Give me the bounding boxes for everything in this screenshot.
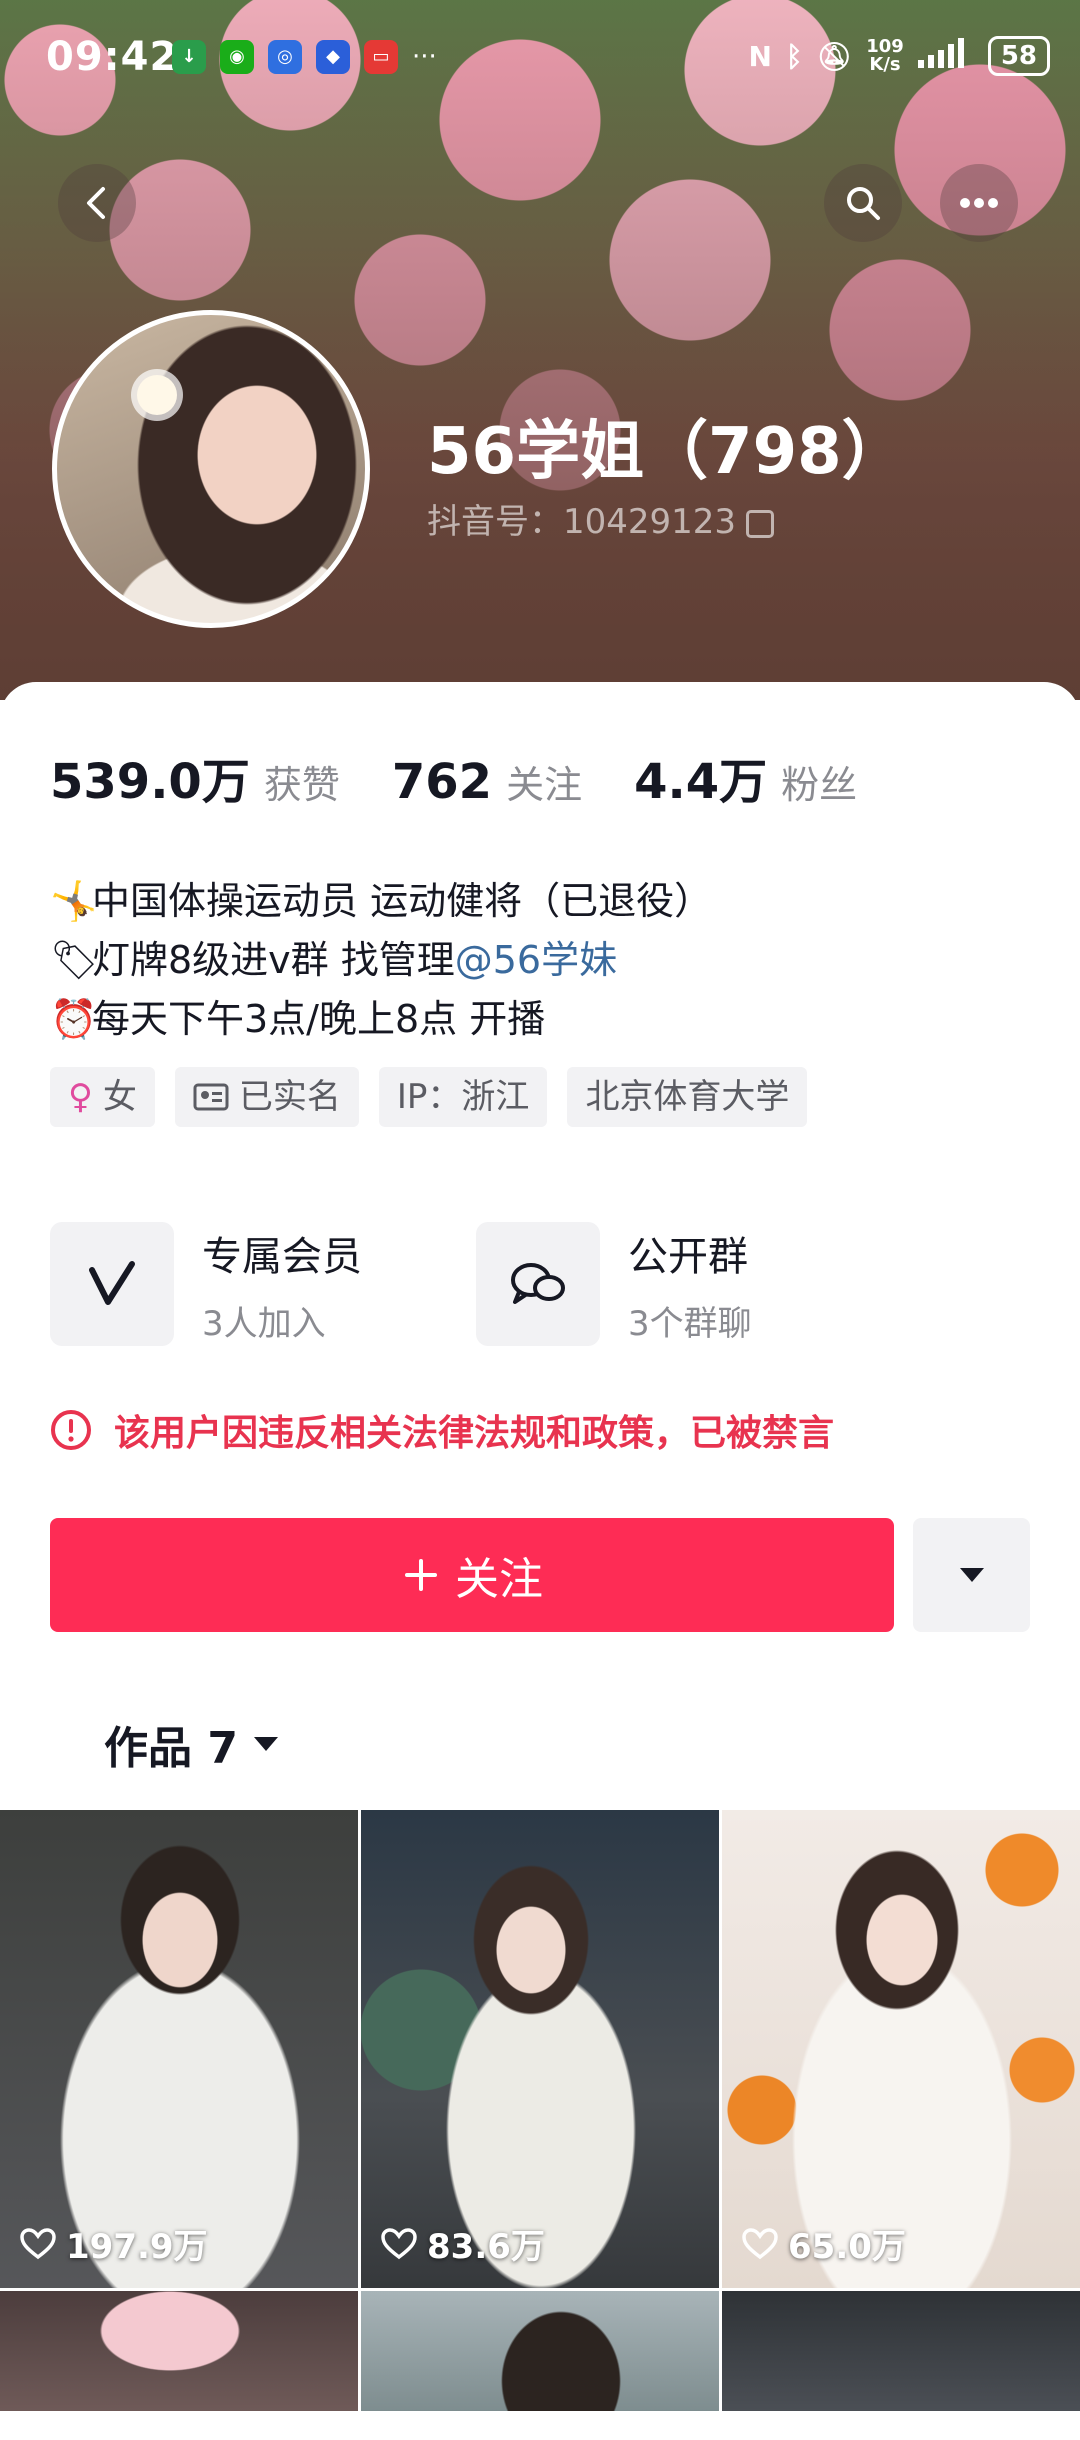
video-likes: 83.6万 xyxy=(381,2219,545,2268)
signal-icon xyxy=(917,37,974,75)
douyin-id[interactable]: 抖音号：10429123 xyxy=(427,494,775,543)
service-membership-title: 专属会员 xyxy=(202,1233,362,1280)
female-symbol-icon: ♀ xyxy=(68,1077,93,1117)
tag-verified: 已实名 xyxy=(174,1067,359,1127)
app-notification-icon: ↓ xyxy=(172,40,206,74)
service-group-subtitle: 3个群聊 xyxy=(628,1303,752,1344)
video-thumbnail[interactable] xyxy=(361,2291,719,2411)
service-membership[interactable]: 专属会员 3人加入 xyxy=(50,1222,476,1346)
more-dots-icon xyxy=(960,198,998,208)
alarm-clock-emoji-icon: ⏰ xyxy=(50,997,98,1041)
chevron-left-icon xyxy=(87,187,105,219)
id-card-icon xyxy=(193,1083,229,1111)
hair-flower xyxy=(137,375,177,415)
stat-followers[interactable]: 4.4万 粉丝 xyxy=(634,742,857,812)
profile-services: 专属会员 3人加入 公开群 3个群聊 xyxy=(50,1222,902,1346)
stat-likes-value: 539.0万 xyxy=(50,754,250,810)
mute-bell-icon: 🔕︎ xyxy=(816,39,853,73)
mention-link[interactable]: @56学妹 xyxy=(455,938,617,982)
follow-button[interactable]: 关注 xyxy=(50,1518,894,1632)
service-membership-subtitle: 3人加入 xyxy=(202,1303,326,1344)
video-likes-count: 197.9万 xyxy=(66,2227,208,2267)
ban-notice-text: 该用户因违反相关法律法规和政策，已被禁言 xyxy=(114,1413,835,1454)
tag-verified-text: 已实名 xyxy=(238,1077,341,1117)
stat-followers-value: 4.4万 xyxy=(634,754,768,810)
browser-icon: ◎ xyxy=(268,40,302,74)
tag-ip: IP：浙江 xyxy=(378,1067,548,1127)
video-likes: 65.0万 xyxy=(742,2219,906,2268)
tag-gender-text: 女 xyxy=(102,1077,137,1117)
notification-icons: ↓ ◉ ◎ ◆ ▭ ··· xyxy=(172,40,437,74)
video-thumbnail[interactable]: 83.6万 xyxy=(361,1810,719,2288)
status-time: 09:42 xyxy=(46,34,179,80)
stat-following-label: 关注 xyxy=(506,763,583,807)
bio-line-1: 🤸中国体操运动员 运动健将（已退役） xyxy=(50,872,712,931)
stat-likes[interactable]: 539.0万 获赞 xyxy=(50,742,340,812)
network-speed: 109 K/s xyxy=(866,38,904,74)
stat-likes-label: 获赞 xyxy=(263,763,340,807)
caret-down-icon xyxy=(959,1568,984,1582)
stat-following-value: 762 xyxy=(391,754,493,810)
net-speed-unit: K/s xyxy=(869,54,901,75)
heart-icon xyxy=(20,2227,56,2259)
more-notifications-icon: ··· xyxy=(412,42,437,72)
app-icon: ◆ xyxy=(316,40,350,74)
douyin-id-text: 抖音号：10429123 xyxy=(427,502,737,542)
nfc-icon: N xyxy=(748,39,772,73)
follow-button-label: 关注 xyxy=(455,1554,543,1605)
heart-icon xyxy=(381,2227,417,2259)
bio-line-2-text: 灯牌8级进v群 找管理 xyxy=(92,938,455,982)
video-likes-count: 83.6万 xyxy=(427,2227,545,2267)
plus-icon xyxy=(405,1559,437,1591)
video-likes-count: 65.0万 xyxy=(788,2227,906,2267)
ban-notice: 该用户因违反相关法律法规和政策，已被禁言 xyxy=(50,1404,834,1456)
service-public-group[interactable]: 公开群 3个群聊 xyxy=(476,1222,902,1346)
video-thumbnail[interactable]: 197.9万 xyxy=(0,1810,358,2288)
profile-name: 56学姐（798） xyxy=(427,415,906,489)
recommend-dropdown-button[interactable] xyxy=(913,1518,1030,1632)
chat-bubbles-icon xyxy=(476,1222,600,1346)
gymnast-emoji-icon: 🤸 xyxy=(50,879,98,923)
tab-works[interactable]: 作品 7 xyxy=(104,1712,280,1776)
bluetooth-icon: ᛒ xyxy=(785,39,803,73)
search-icon xyxy=(847,187,880,220)
tag-school[interactable]: 北京体育大学 xyxy=(567,1067,808,1127)
bio-line-1-text: 中国体操运动员 运动健将（已退役） xyxy=(92,879,713,923)
bio-line-3: ⏰每天下午3点/晚上8点 开播 xyxy=(50,990,712,1049)
tag-gender: ♀ 女 xyxy=(50,1067,155,1127)
status-bar: 09:42 ↓ ◉ ◎ ◆ ▭ ··· N ᛒ 🔕︎ 109 K/s 58 xyxy=(0,0,1080,120)
v-logo-icon xyxy=(50,1222,174,1346)
video-thumbnail[interactable]: 65.0万 xyxy=(722,1810,1080,2288)
back-button[interactable] xyxy=(58,164,136,242)
wechat-icon: ◉ xyxy=(220,40,254,74)
status-right: N ᛒ 🔕︎ 109 K/s 58 xyxy=(748,36,1050,76)
profile-avatar[interactable] xyxy=(52,310,370,628)
warning-circle-icon xyxy=(51,1410,91,1450)
copy-icon[interactable] xyxy=(746,509,775,538)
service-group-title: 公开群 xyxy=(628,1233,748,1280)
profile-bio: 🤸中国体操运动员 运动健将（已退役） 🏷灯牌8级进v群 找管理@56学妹 ⏰每天… xyxy=(50,872,712,1049)
tab-works-label: 作品 7 xyxy=(104,1723,238,1774)
profile-stats: 539.0万 获赞 762 关注 4.4万 粉丝 xyxy=(50,742,909,812)
video-thumbnail[interactable] xyxy=(0,2291,358,2411)
video-likes: 197.9万 xyxy=(20,2219,208,2268)
app-red-icon: ▭ xyxy=(364,40,398,74)
video-thumbnail[interactable] xyxy=(722,2291,1080,2411)
bio-line-3-text: 每天下午3点/晚上8点 开播 xyxy=(92,997,546,1041)
stat-followers-label: 粉丝 xyxy=(781,763,858,807)
profile-card: 539.0万 获赞 762 关注 4.4万 粉丝 🤸中国体操运动员 运动健将（已… xyxy=(0,682,1080,2440)
bio-line-2: 🏷灯牌8级进v群 找管理@56学妹 xyxy=(50,931,712,990)
tag-emoji-icon: 🏷 xyxy=(50,938,99,982)
caret-down-icon xyxy=(253,1737,278,1751)
heart-icon xyxy=(742,2227,778,2259)
profile-tags: ♀ 女 已实名 IP：浙江 北京体育大学 xyxy=(50,1067,808,1127)
more-options-button[interactable] xyxy=(940,164,1018,242)
search-button[interactable] xyxy=(824,164,902,242)
battery-level: 58 xyxy=(987,36,1050,76)
stat-following[interactable]: 762 关注 xyxy=(392,754,582,810)
